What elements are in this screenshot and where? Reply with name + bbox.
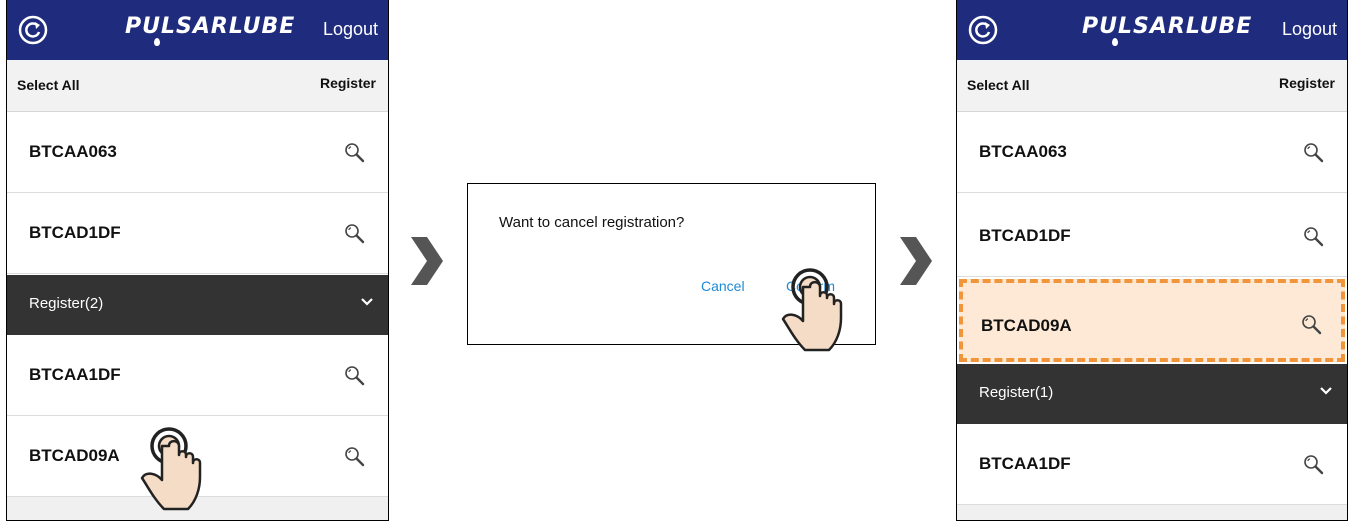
chevron-down-icon[interactable]	[1319, 386, 1333, 396]
section-label: Register(1)	[979, 384, 1054, 401]
device-id: BTCAA1DF	[29, 365, 121, 384]
magnifier-icon[interactable]	[1303, 142, 1325, 164]
pointing-hand-icon	[781, 268, 843, 352]
select-all-button[interactable]: Select All	[967, 77, 1030, 93]
logo-drop-icon	[154, 38, 160, 46]
register-button[interactable]: Register	[1279, 75, 1335, 91]
section-label: Register(2)	[29, 295, 104, 312]
refresh-icon[interactable]	[17, 14, 49, 46]
refresh-icon[interactable]	[967, 14, 999, 46]
pointing-hand-icon	[140, 427, 202, 511]
device-id: BTCAA063	[979, 142, 1067, 161]
app-header: PULSARLUBE Logout	[957, 0, 1347, 60]
moved-list-item-highlight[interactable]: BTCAD09A	[959, 279, 1345, 362]
list-item[interactable]: BTCAA063	[957, 112, 1347, 193]
toolbar: Select All Register	[7, 60, 388, 112]
app-logo: PULSARLUBE	[125, 14, 296, 39]
magnifier-icon[interactable]	[1301, 314, 1323, 336]
list-item[interactable]: BTCAD1DF	[957, 196, 1347, 277]
app-header: PULSARLUBE Logout	[7, 0, 388, 60]
list-bottom-space	[957, 505, 1347, 520]
register-section-header[interactable]: Register(1)	[957, 364, 1347, 424]
logout-button[interactable]: Logout	[1282, 19, 1337, 40]
magnifier-icon[interactable]	[344, 142, 366, 164]
list-item[interactable]: BTCAA1DF	[7, 335, 388, 416]
device-id: BTCAD09A	[29, 446, 120, 465]
magnifier-icon[interactable]	[344, 446, 366, 468]
device-id: BTCAD09A	[981, 316, 1072, 335]
device-id: BTCAD1DF	[29, 223, 121, 242]
confirm-dialog: Want to cancel registration? Cancel Conf…	[467, 183, 876, 352]
list-item[interactable]: BTCAA1DF	[957, 424, 1347, 505]
list-item[interactable]: BTCAA063	[7, 112, 388, 193]
device-id: BTCAA1DF	[979, 454, 1071, 473]
register-button[interactable]: Register	[320, 75, 376, 91]
chevron-down-icon[interactable]	[360, 297, 374, 307]
chevron-right-icon	[900, 237, 932, 285]
device-id: BTCAA063	[29, 142, 117, 161]
device-id: BTCAD1DF	[979, 226, 1071, 245]
screen-after: PULSARLUBE Logout Select All Register BT…	[956, 0, 1348, 521]
dialog-message: Want to cancel registration?	[499, 214, 685, 231]
app-logo: PULSARLUBE	[1082, 14, 1253, 39]
select-all-button[interactable]: Select All	[17, 77, 80, 93]
register-section-header[interactable]: Register(2)	[7, 275, 388, 335]
magnifier-icon[interactable]	[344, 365, 366, 387]
list-item[interactable]: BTCAD1DF	[7, 193, 388, 274]
screen-before: PULSARLUBE Logout Select All Register BT…	[6, 0, 389, 521]
chevron-right-icon	[411, 237, 443, 285]
magnifier-icon[interactable]	[1303, 226, 1325, 248]
magnifier-icon[interactable]	[344, 223, 366, 245]
toolbar: Select All Register	[957, 60, 1347, 112]
logout-button[interactable]: Logout	[323, 19, 378, 40]
logo-drop-icon	[1112, 38, 1118, 46]
dialog-cancel-button[interactable]: Cancel	[701, 278, 745, 294]
magnifier-icon[interactable]	[1303, 454, 1325, 476]
